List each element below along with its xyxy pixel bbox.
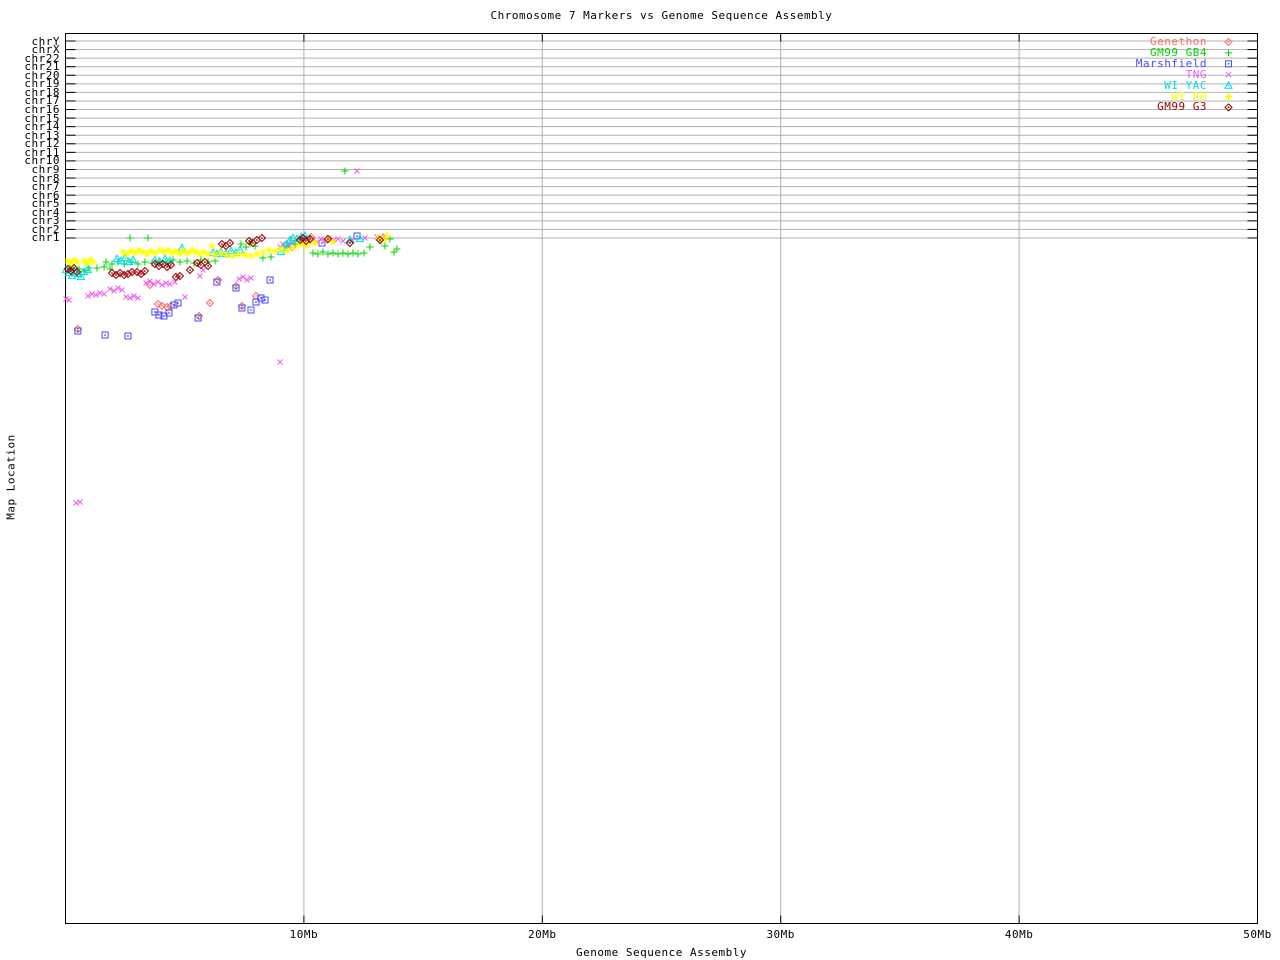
data-point <box>266 276 274 284</box>
data-point <box>259 248 267 256</box>
x-tick-label: 20Mb <box>528 928 557 941</box>
data-point <box>213 275 223 285</box>
data-point <box>197 273 203 279</box>
legend-label: WI YAC <box>1164 78 1207 92</box>
data-point <box>89 258 97 266</box>
data-point <box>143 250 151 258</box>
data-point <box>277 245 285 253</box>
data-point <box>329 249 337 257</box>
data-point <box>261 296 269 304</box>
legend-marker-icon <box>1225 49 1232 57</box>
data-point <box>360 249 368 257</box>
x-tick-label: 30Mb <box>766 928 795 941</box>
data-point <box>77 499 83 505</box>
plot-border <box>65 33 1258 924</box>
data-point <box>277 359 283 365</box>
data-point <box>217 249 225 257</box>
data-point <box>141 258 149 266</box>
data-point <box>183 257 191 265</box>
data-point <box>83 265 93 274</box>
x-tick-label: 40Mb <box>1004 928 1034 941</box>
legend-marker-icon <box>1224 80 1233 89</box>
data-point <box>73 500 79 506</box>
data-point <box>164 246 172 254</box>
data-point <box>247 306 255 314</box>
data-point <box>151 249 159 257</box>
data-point <box>176 250 184 258</box>
data-point <box>253 250 261 258</box>
data-point <box>101 331 109 339</box>
data-point <box>309 249 317 257</box>
data-point <box>211 257 219 265</box>
data-point <box>225 238 235 248</box>
data-point <box>383 232 391 240</box>
data-point <box>124 332 132 340</box>
data-point <box>131 249 139 257</box>
legend-label: GM99 G3 <box>1157 100 1207 114</box>
data-point <box>247 252 255 260</box>
data-point <box>334 250 342 258</box>
data-point <box>174 299 182 307</box>
data-point <box>123 250 131 258</box>
data-point <box>366 243 374 251</box>
data-point <box>176 258 184 266</box>
data-point <box>341 167 349 175</box>
data-point <box>267 253 275 261</box>
data-point <box>318 239 326 247</box>
data-point <box>381 242 389 250</box>
data-point <box>265 246 273 254</box>
data-point <box>289 244 297 252</box>
data-point <box>144 234 152 242</box>
data-point <box>101 291 107 297</box>
data-point <box>339 249 347 257</box>
x-axis-title: Genome Sequence Assembly <box>576 946 747 959</box>
chart-title: Chromosome 7 Markers vs Genome Sequence … <box>490 9 833 22</box>
data-point <box>184 249 192 257</box>
data-point <box>100 263 108 271</box>
data-point <box>237 240 245 248</box>
y-axis-title-text: Map Location <box>4 434 18 520</box>
data-point <box>271 247 279 255</box>
data-point <box>185 265 195 275</box>
data-point <box>335 236 341 242</box>
data-point <box>123 294 129 300</box>
data-point <box>235 250 243 258</box>
legend-marker-icon <box>1225 60 1232 68</box>
data-point <box>205 298 215 308</box>
legend-marker-icon <box>1225 71 1232 78</box>
data-point <box>229 252 237 260</box>
data-point <box>223 251 231 259</box>
data-point <box>340 238 346 244</box>
data-point <box>126 234 134 242</box>
plot-area <box>61 33 1258 924</box>
legend-label: Marshfield <box>1135 56 1207 70</box>
x-tick-label: 10Mb <box>289 928 319 941</box>
data-point <box>241 251 249 259</box>
data-point <box>172 247 180 255</box>
data-point <box>349 249 357 257</box>
chart-canvas: Chromosome 7 Markers vs Genome Sequence … <box>0 0 1280 960</box>
data-point <box>102 258 110 266</box>
data-point <box>354 250 362 258</box>
y-tick-label: chr1 <box>31 231 60 245</box>
legend-marker-icon <box>1225 93 1232 100</box>
legend-marker-icon <box>1224 37 1233 47</box>
data-point <box>167 281 173 287</box>
data-point <box>283 247 291 255</box>
data-point <box>208 242 216 250</box>
data-point <box>211 251 219 259</box>
data-point <box>204 250 212 258</box>
data-point <box>344 250 352 258</box>
data-point <box>259 254 267 262</box>
x-tick-label: 50Mb <box>1243 928 1272 941</box>
data-point <box>93 264 101 272</box>
data-point <box>182 294 188 300</box>
